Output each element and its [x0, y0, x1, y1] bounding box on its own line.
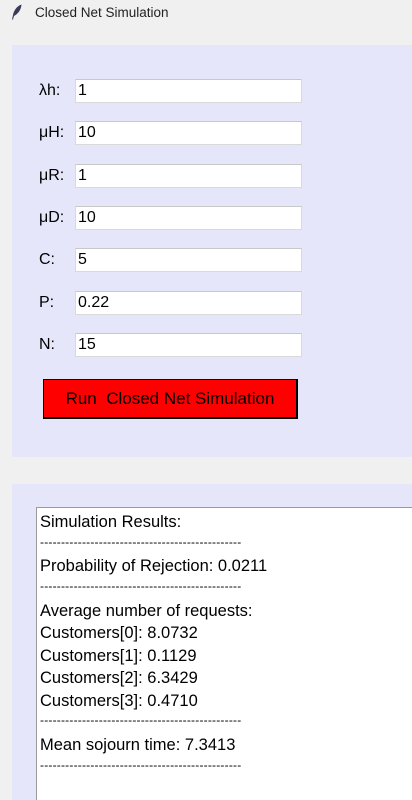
mean-sojourn-time: Mean sojourn time: 7.3413 — [40, 736, 236, 754]
mu-h-input[interactable] — [75, 121, 302, 145]
results-heading: Simulation Results: — [40, 513, 182, 531]
mu-r-input[interactable] — [75, 164, 302, 188]
mu-d-label: μD: — [39, 209, 65, 226]
n-label: N: — [39, 336, 55, 353]
mu-d-input[interactable] — [75, 206, 302, 230]
window-title: Closed Net Simulation — [35, 5, 169, 20]
lambda-h-input[interactable] — [75, 79, 302, 103]
results-separator: ----------------------------------------… — [40, 579, 242, 593]
p-input[interactable] — [75, 291, 302, 315]
average-requests-heading: Average number of requests: — [40, 602, 253, 620]
title-bar: Closed Net Simulation — [0, 0, 412, 26]
c-label: C: — [39, 251, 55, 268]
results-separator: ----------------------------------------… — [40, 713, 242, 727]
customers-2-value: Customers[2]: 6.3429 — [40, 669, 198, 687]
rejection-probability: Probability of Rejection: 0.0211 — [40, 557, 268, 575]
mu-r-label: μR: — [39, 167, 65, 184]
customers-1-value: Customers[1]: 0.1129 — [40, 647, 197, 665]
feather-icon — [12, 4, 22, 20]
p-label: P: — [39, 294, 55, 311]
results-textbox[interactable]: Simulation Results: --------------------… — [36, 507, 412, 800]
customers-3-value: Customers[3]: 0.4710 — [40, 692, 198, 710]
run-closed-net-simulation-button[interactable]: Run Closed Net Simulation — [43, 379, 298, 419]
c-input[interactable] — [75, 248, 302, 272]
mu-h-label: μH: — [39, 124, 65, 141]
customers-0-value: Customers[0]: 8.0732 — [40, 624, 198, 642]
n-input[interactable] — [75, 333, 302, 357]
results-separator: ----------------------------------------… — [40, 758, 242, 772]
lambda-h-label: λh: — [39, 82, 61, 99]
results-separator: ----------------------------------------… — [40, 535, 242, 549]
